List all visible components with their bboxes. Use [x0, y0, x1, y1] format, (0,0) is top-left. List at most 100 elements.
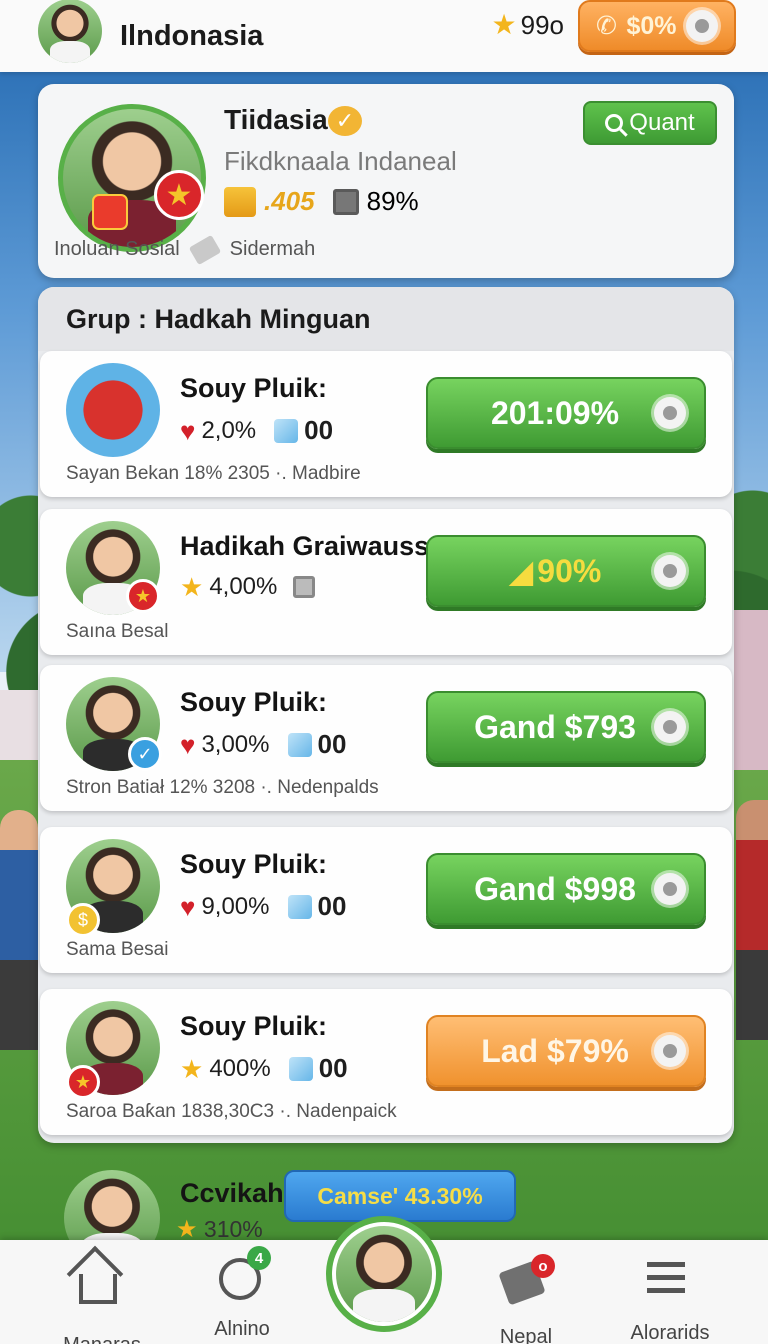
row-stat-1: 3,00%	[201, 730, 270, 758]
home-icon	[79, 1274, 117, 1304]
row-stats: ★ 400% 00	[180, 1053, 348, 1084]
person-right	[736, 800, 768, 1040]
gear-icon	[686, 10, 718, 42]
list-item[interactable]: ★ Hadikah Graiwauss ★ 4,00% Saına Besal …	[40, 509, 732, 655]
row-title: Hadikah Graiwauss	[180, 531, 430, 561]
nav-item-alnino[interactable]: 4 Alnino	[182, 1246, 302, 1341]
phone-icon: ✆	[596, 12, 617, 40]
coin-button-label: $0%	[626, 11, 677, 40]
gear-icon	[654, 873, 686, 905]
profile-name: Tiidasia	[224, 104, 328, 135]
coin-icon: $	[66, 903, 100, 937]
row-stats: ★ 4,00%	[180, 572, 316, 602]
cube-icon	[287, 894, 312, 919]
row-stat-1: 2,0%	[201, 416, 257, 444]
row-footer: Sama Besai	[66, 939, 169, 960]
verified-icon: ✓	[128, 737, 162, 771]
center-avatar	[336, 1226, 432, 1322]
profile-footer-right: Sidermah	[229, 238, 316, 260]
home-icon-wrap	[79, 1274, 125, 1320]
nav-label: Nepal	[499, 1326, 553, 1344]
row-button-label-group: ◢ 90%	[456, 552, 654, 590]
gold-count: .405	[264, 186, 315, 216]
row-stat-2: 00	[304, 415, 334, 445]
row-action-button[interactable]: Gand $998	[426, 853, 706, 925]
row-stats: ♥ 3,00% 00	[180, 729, 346, 760]
menu-icon-wrap	[647, 1262, 693, 1308]
star-badge-icon: ★	[126, 579, 160, 613]
gear-icon	[654, 397, 686, 429]
row-stat-2: 00	[317, 891, 347, 921]
row-action-button[interactable]: Gand $793	[426, 691, 706, 763]
gear-icon	[654, 555, 686, 587]
list-item[interactable]: Souy Pluik: ♥ 2,0% 00 Sayan Bekan 18% 23…	[40, 351, 732, 497]
row-button-label: Gand $998	[474, 870, 636, 907]
toast-banner[interactable]: Camse' 43.30%	[284, 1170, 516, 1222]
user-avatar[interactable]	[38, 0, 102, 63]
peek-stats: ★ 310%	[176, 1216, 263, 1243]
house-right	[730, 610, 768, 770]
row-button-label: 201:09%	[490, 394, 620, 431]
search-icon	[605, 114, 624, 132]
nav-item-nepal[interactable]: o Nepal	[466, 1254, 586, 1344]
star-badge-icon: ★	[154, 170, 204, 220]
gift-icon	[92, 194, 128, 230]
row-stat-2: 00	[317, 729, 347, 759]
coin-button[interactable]: ✆ $0%	[578, 0, 736, 52]
cube-icon	[288, 1056, 313, 1081]
house-left	[0, 690, 40, 760]
cube-icon	[274, 418, 299, 443]
profile-card: ★ Tiidasia ✓ Fikdknaala Indaneal .405 89…	[38, 84, 734, 278]
top-bar: Ilndonasia ★ 99o ✆ $0%	[0, 0, 768, 72]
star-badge-icon: ★	[66, 1065, 100, 1099]
star-icon: ★	[491, 9, 517, 40]
cube-icon	[287, 732, 312, 757]
heart-icon: ♥	[180, 415, 196, 446]
quant-button[interactable]: Quant	[583, 101, 717, 145]
gear-icon	[654, 711, 686, 743]
verified-icon: ✓	[328, 106, 362, 136]
row-footer: Sayan Bekan 18% 2305 ·. Madbire	[66, 463, 361, 484]
heart-icon: ♥	[180, 891, 196, 922]
gear-icon	[654, 1035, 686, 1067]
nav-item-home[interactable]: Manaras	[42, 1258, 162, 1344]
row-stat-2: 00	[318, 1053, 348, 1083]
group-title: Grup : Hadkah Minguan	[38, 287, 734, 351]
row-title: Souy Pluik:	[180, 849, 328, 879]
row-title: Souy Pluik:	[180, 373, 328, 403]
row-button-label: 90%	[537, 553, 602, 589]
row-action-button[interactable]: ◢ 90%	[426, 535, 706, 607]
profile-subtitle: Fikdknaala Indaneal	[224, 146, 457, 176]
row-stats: ♥ 9,00% 00	[180, 891, 346, 922]
row-stat-1: 9,00%	[201, 892, 270, 920]
row-title: Souy Pluik:	[180, 1011, 328, 1041]
list-item[interactable]: ★ Souy Pluik: ★ 400% 00 Saroa Baƙan 1838…	[40, 989, 732, 1135]
top-right-group: ★ 99o ✆ $0%	[492, 0, 736, 52]
nav-label: Manaras	[42, 1334, 162, 1344]
peek-stat: 310%	[203, 1216, 263, 1242]
building-icon	[293, 576, 316, 598]
star-icon: ★	[180, 572, 204, 602]
profile-percent: 89%	[366, 186, 419, 216]
film-icon	[332, 188, 359, 215]
row-action-button[interactable]: Lad $79%	[426, 1015, 706, 1087]
row-stats: ♥ 2,0% 00	[180, 415, 333, 446]
list-item[interactable]: ✓ Souy Pluik: ♥ 3,00% 00 Stron Batiał 12…	[40, 665, 732, 811]
row-footer: Saroa Baƙan 1838,30C3 ·. Nadenpaick	[66, 1101, 397, 1122]
heart-icon: ♥	[180, 729, 196, 760]
star-count: 99o	[520, 9, 564, 40]
star-counter: ★ 99o	[492, 10, 565, 41]
peek-title: Ccvikah	[180, 1178, 284, 1208]
star-icon: ★	[176, 1216, 198, 1243]
row-stat-1: 400%	[209, 1054, 271, 1082]
row-stat-1: 4,00%	[209, 573, 278, 600]
row-action-button[interactable]: 201:09%	[426, 377, 706, 449]
row-footer: Saına Besal	[66, 621, 169, 642]
notification-badge: 4	[247, 1246, 271, 1270]
group-card: Grup : Hadkah Minguan Souy Pluik: ♥ 2,0%…	[38, 287, 734, 1143]
nav-item-menu[interactable]: Alorarids	[610, 1258, 730, 1344]
app-title: Ilndonasia	[120, 19, 264, 52]
nav-center-profile-button[interactable]	[326, 1216, 442, 1332]
list-item[interactable]: $ Souy Pluik: ♥ 9,00% 00 Sama Besai Gand…	[40, 827, 732, 973]
row-button-label: Gand $793	[474, 708, 636, 745]
